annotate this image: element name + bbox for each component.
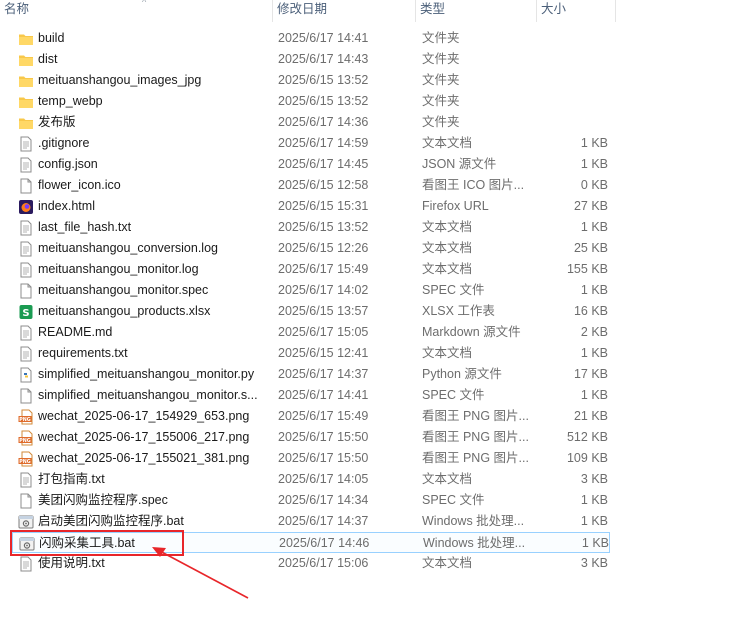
annotation-arrow-icon (152, 547, 249, 599)
